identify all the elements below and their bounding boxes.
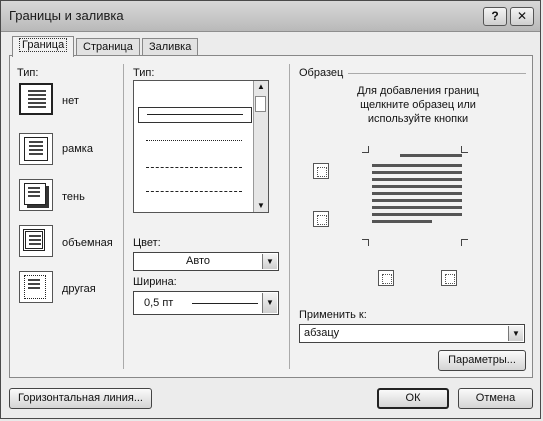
chevron-down-icon[interactable]: ▼: [262, 254, 277, 269]
type-none-icon[interactable]: [19, 83, 53, 115]
style-dashed-long[interactable]: [138, 185, 250, 199]
preview-label: Образец: [299, 67, 344, 79]
width-label: Ширина:: [133, 276, 177, 288]
style-label: Тип:: [133, 67, 155, 79]
preview-divider: [348, 73, 526, 74]
cancel-button[interactable]: Отмена: [458, 388, 533, 409]
type-3d-label[interactable]: объемная: [62, 237, 113, 249]
width-select[interactable]: 0,5 пт ▼: [133, 291, 279, 315]
chevron-down-icon[interactable]: ▼: [262, 293, 277, 313]
tab-borders[interactable]: Граница: [12, 36, 75, 57]
left-border-button[interactable]: [378, 270, 394, 286]
horizontal-line-button[interactable]: Горизонтальная линия...: [9, 388, 152, 409]
color-label: Цвет:: [133, 237, 161, 249]
dialog-title: Границы и заливка: [9, 8, 124, 23]
borders-and-shading-dialog: Границы и заливка ? ✕ Граница Страница З…: [0, 0, 541, 419]
scroll-down-icon[interactable]: ▼: [254, 200, 268, 212]
style-dotted[interactable]: [138, 134, 250, 148]
chevron-down-icon[interactable]: ▼: [508, 326, 523, 341]
line-style-list[interactable]: ▲ ▼: [133, 80, 269, 213]
style-list-scrollbar[interactable]: ▲ ▼: [253, 81, 268, 212]
bottom-border-button[interactable]: [313, 211, 329, 227]
title-bar: Границы и заливка ? ✕: [1, 1, 540, 32]
width-value: 0,5 пт: [144, 297, 174, 309]
column-divider-1: [123, 64, 124, 369]
color-value: Авто: [186, 255, 210, 267]
column-divider-2: [289, 64, 290, 369]
close-button[interactable]: ✕: [510, 7, 534, 26]
apply-to-label: Применить к:: [299, 309, 367, 321]
type-shadow-label[interactable]: тень: [62, 191, 85, 203]
color-select[interactable]: Авто ▼: [133, 252, 279, 271]
type-box-label[interactable]: рамка: [62, 143, 93, 155]
width-sample-line: [192, 303, 258, 304]
type-box-icon[interactable]: [19, 133, 53, 165]
ok-button[interactable]: ОК: [377, 388, 449, 409]
type-custom-icon[interactable]: [19, 271, 53, 303]
type-custom-label[interactable]: другая: [62, 283, 96, 295]
top-border-button[interactable]: [313, 163, 329, 179]
type-label: Тип:: [17, 67, 39, 79]
type-shadow-icon[interactable]: [19, 179, 53, 211]
help-button[interactable]: ?: [483, 7, 507, 26]
tab-page-border[interactable]: Страница: [76, 38, 140, 56]
options-button[interactable]: Параметры...: [438, 350, 526, 371]
apply-to-select[interactable]: абзацу ▼: [299, 324, 525, 343]
type-none-label[interactable]: нет: [62, 95, 79, 107]
tab-panel: Тип: нет рамка тень объемная другая Тип:: [9, 55, 533, 378]
right-border-button[interactable]: [441, 270, 457, 286]
tab-shading[interactable]: Заливка: [142, 38, 199, 56]
style-solid[interactable]: [138, 107, 252, 123]
scroll-up-icon[interactable]: ▲: [254, 81, 268, 93]
preview-hint: Для добавления границ щелкните образец и…: [357, 85, 479, 125]
style-dashed[interactable]: [138, 161, 250, 175]
preview-sample[interactable]: [362, 146, 468, 246]
type-3d-icon[interactable]: [19, 225, 53, 257]
apply-to-value: абзацу: [304, 327, 340, 339]
scroll-thumb[interactable]: [255, 96, 266, 112]
